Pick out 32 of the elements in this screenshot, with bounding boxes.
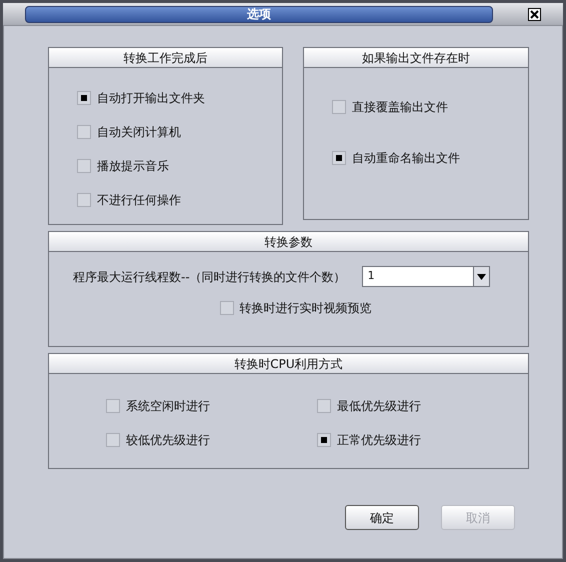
checkbox[interactable] [332, 100, 346, 114]
checkbox[interactable] [220, 301, 234, 315]
group-title: 转换参数 [49, 232, 528, 252]
checkbox[interactable] [77, 125, 91, 139]
option-label: 转换时进行实时视频预览 [240, 300, 372, 317]
checkbox[interactable] [106, 433, 120, 447]
option-label: 不进行任何操作 [97, 192, 181, 209]
option-label: 直接覆盖输出文件 [352, 99, 448, 116]
checkbox[interactable] [106, 399, 120, 413]
option-label: 较低优先级进行 [126, 432, 210, 449]
close-icon[interactable] [528, 8, 541, 20]
checkbox[interactable] [77, 159, 91, 173]
checkbox[interactable] [77, 193, 91, 207]
caret-icon [476, 274, 486, 280]
option-label: 播放提示音乐 [97, 158, 169, 175]
option-label: 自动重命名输出文件 [352, 150, 460, 167]
group-title: 转换时CPU利用方式 [49, 354, 528, 374]
threads-dropdown[interactable]: 1 [362, 266, 490, 287]
dialog-button[interactable]: 确定 [345, 505, 419, 530]
checkbox[interactable] [317, 399, 331, 413]
group-title: 转换工作完成后 [49, 48, 282, 68]
threads-label: 程序最大运行线程数--（同时进行转换的文件个数） [73, 268, 346, 286]
option-label: 正常优先级进行 [337, 432, 421, 449]
checkbox[interactable] [317, 433, 331, 447]
group-title: 如果输出文件存在时 [304, 48, 528, 68]
option-label: 自动打开输出文件夹 [97, 90, 205, 107]
window-title: 选项 [25, 6, 493, 22]
option-label: 系统空闲时进行 [126, 398, 210, 415]
option-label: 最低优先级进行 [337, 398, 421, 415]
option-label: 自动关闭计算机 [97, 124, 181, 141]
checkbox[interactable] [77, 91, 91, 105]
checkbox[interactable] [332, 151, 346, 165]
